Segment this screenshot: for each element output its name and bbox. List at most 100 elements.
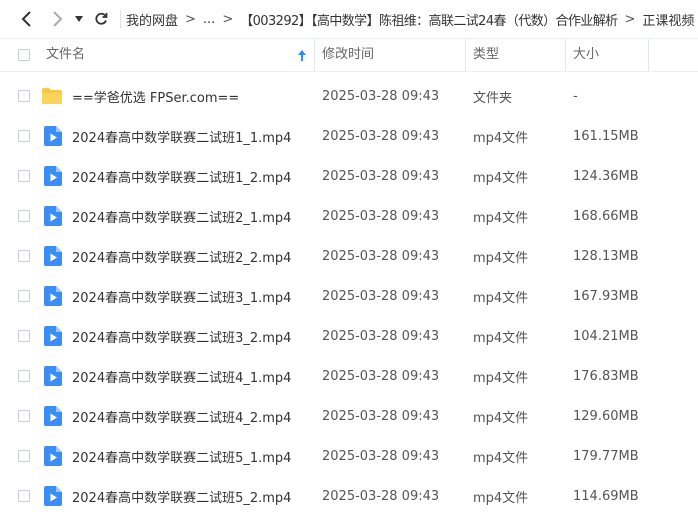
file-list: ==学爸优选 FPSer.com== 2025-03-28 09:43 文件夹 - 20… [0,72,698,516]
folder-icon [41,76,63,116]
file-name[interactable]: 2024春高中数学联赛二试班1_1.mp4 [72,116,291,156]
file-modified: 2025-03-28 09:43 [322,448,440,464]
file-size: - [573,88,578,104]
row-checkbox-cell[interactable] [18,316,30,356]
column-header-name[interactable]: 文件名 [46,39,85,71]
forward-arrow-icon [53,11,63,27]
video-file-icon [44,116,62,156]
row-checkbox-cell[interactable] [18,116,30,156]
refresh-icon [95,12,108,25]
file-modified: 2025-03-28 09:43 [322,408,440,424]
file-row[interactable]: 2024春高中数学联赛二试班4_1.mp4 2025-03-28 09:43 mp4… [0,356,698,396]
folder-row[interactable]: ==学爸优选 FPSer.com== 2025-03-28 09:43 文件夹 - [0,76,698,116]
file-type: 文件夹 [473,90,513,106]
chevron-right-icon: > [222,11,234,27]
file-modified: 2025-03-28 09:43 [322,288,440,304]
row-checkbox-cell[interactable] [18,436,30,476]
row-checkbox[interactable] [18,90,30,102]
file-type: mp4文件 [473,210,529,226]
file-row[interactable]: 2024春高中数学联赛二试班4_2.mp4 2025-03-28 09:43 mp4… [0,396,698,436]
video-file-icon [44,396,62,436]
file-type: mp4文件 [473,450,529,466]
row-checkbox-cell[interactable] [18,156,30,196]
video-file-icon [44,276,62,316]
file-row[interactable]: 2024春高中数学联赛二试班2_1.mp4 2025-03-28 09:43 mp4… [0,196,698,236]
refresh-button[interactable] [90,8,112,30]
row-checkbox[interactable] [18,410,30,422]
file-name[interactable]: 2024春高中数学联赛二试班3_1.mp4 [72,276,291,316]
video-file-icon [44,316,62,356]
select-all-checkbox[interactable] [18,49,30,61]
file-name[interactable]: 2024春高中数学联赛二试班5_2.mp4 [72,476,291,516]
file-name[interactable]: 2024春高中数学联赛二试班4_1.mp4 [72,356,291,396]
row-checkbox-cell[interactable] [18,396,30,436]
file-size: 176.83MB [573,368,639,384]
file-row[interactable]: 2024春高中数学联赛二试班2_2.mp4 2025-03-28 09:43 mp4… [0,236,698,276]
video-file-icon [44,196,62,236]
history-dropdown-button[interactable] [72,8,86,30]
row-checkbox-cell[interactable] [18,276,30,316]
file-name[interactable]: 2024春高中数学联赛二试班4_2.mp4 [72,396,291,436]
column-divider [465,39,466,71]
nav-divider [120,10,121,28]
select-all-checkbox-cell[interactable] [18,39,30,71]
column-header-modified[interactable]: 修改时间 [322,39,374,71]
breadcrumb: 我的网盘 > ... > 【003292】【高中数学】陈祖维：高联二试24春（代… [126,0,698,38]
file-size: 124.36MB [573,168,639,184]
row-checkbox-cell[interactable] [18,236,30,276]
row-checkbox[interactable] [18,490,30,502]
video-file-icon [44,236,62,276]
row-checkbox-cell[interactable] [18,356,30,396]
file-row[interactable]: 2024春高中数学联赛二试班3_2.mp4 2025-03-28 09:43 mp4… [0,316,698,356]
file-name[interactable]: 2024春高中数学联赛二试班2_2.mp4 [72,236,291,276]
file-modified: 2025-03-28 09:43 [322,328,440,344]
row-checkbox[interactable] [18,170,30,182]
file-size: 168.66MB [573,208,639,224]
back-button[interactable] [16,8,38,30]
row-checkbox[interactable] [18,210,30,222]
chevron-right-icon: > [624,11,636,27]
row-checkbox[interactable] [18,450,30,462]
file-size: 114.69MB [573,488,639,504]
forward-button[interactable] [46,8,68,30]
column-header-type[interactable]: 类型 [473,39,499,71]
file-row[interactable]: 2024春高中数学联赛二试班3_1.mp4 2025-03-28 09:43 mp4… [0,276,698,316]
file-name[interactable]: 2024春高中数学联赛二试班5_1.mp4 [72,436,291,476]
file-row[interactable]: 2024春高中数学联赛二试班1_1.mp4 2025-03-28 09:43 mp4… [0,116,698,156]
file-type: mp4文件 [473,250,529,266]
file-type: mp4文件 [473,290,529,306]
file-row[interactable]: 2024春高中数学联赛二试班5_1.mp4 2025-03-28 09:43 mp4… [0,436,698,476]
file-modified: 2025-03-28 09:43 [322,248,440,264]
file-row[interactable]: 2024春高中数学联赛二试班1_2.mp4 2025-03-28 09:43 mp4… [0,156,698,196]
file-size: 129.60MB [573,408,639,424]
file-size: 161.15MB [573,128,639,144]
file-name[interactable]: ==学爸优选 FPSer.com== [72,76,239,116]
row-checkbox[interactable] [18,130,30,142]
row-checkbox-cell[interactable] [18,476,30,516]
column-header-size[interactable]: 大小 [573,39,599,71]
file-name[interactable]: 2024春高中数学联赛二试班2_1.mp4 [72,196,291,236]
breadcrumb-root[interactable]: 我的网盘 [126,10,178,29]
row-checkbox[interactable] [18,290,30,302]
file-size: 167.93MB [573,288,639,304]
row-checkbox[interactable] [18,250,30,262]
file-modified: 2025-03-28 09:43 [322,168,440,184]
row-checkbox-cell[interactable] [18,76,30,116]
row-checkbox[interactable] [18,330,30,342]
column-divider [565,39,566,71]
file-type: mp4文件 [473,410,529,426]
breadcrumb-ellipsis[interactable]: ... [203,12,215,27]
video-file-icon [44,436,62,476]
breadcrumb-current[interactable]: 正课视频 [642,10,694,29]
breadcrumb-course-folder[interactable]: 【003292】【高中数学】陈祖维：高联二试24春（代数）合作业解析 [240,10,618,29]
file-type: mp4文件 [473,170,529,186]
file-size: 128.13MB [573,248,639,264]
row-checkbox[interactable] [18,370,30,382]
file-row[interactable]: 2024春高中数学联赛二试班5_2.mp4 2025-03-28 09:43 mp4… [0,476,698,516]
file-name[interactable]: 2024春高中数学联赛二试班3_2.mp4 [72,316,291,356]
sort-ascending-icon[interactable] [298,39,306,71]
column-divider [648,39,649,71]
file-name[interactable]: 2024春高中数学联赛二试班1_2.mp4 [72,156,291,196]
row-checkbox-cell[interactable] [18,196,30,236]
file-modified: 2025-03-28 09:43 [322,128,440,144]
